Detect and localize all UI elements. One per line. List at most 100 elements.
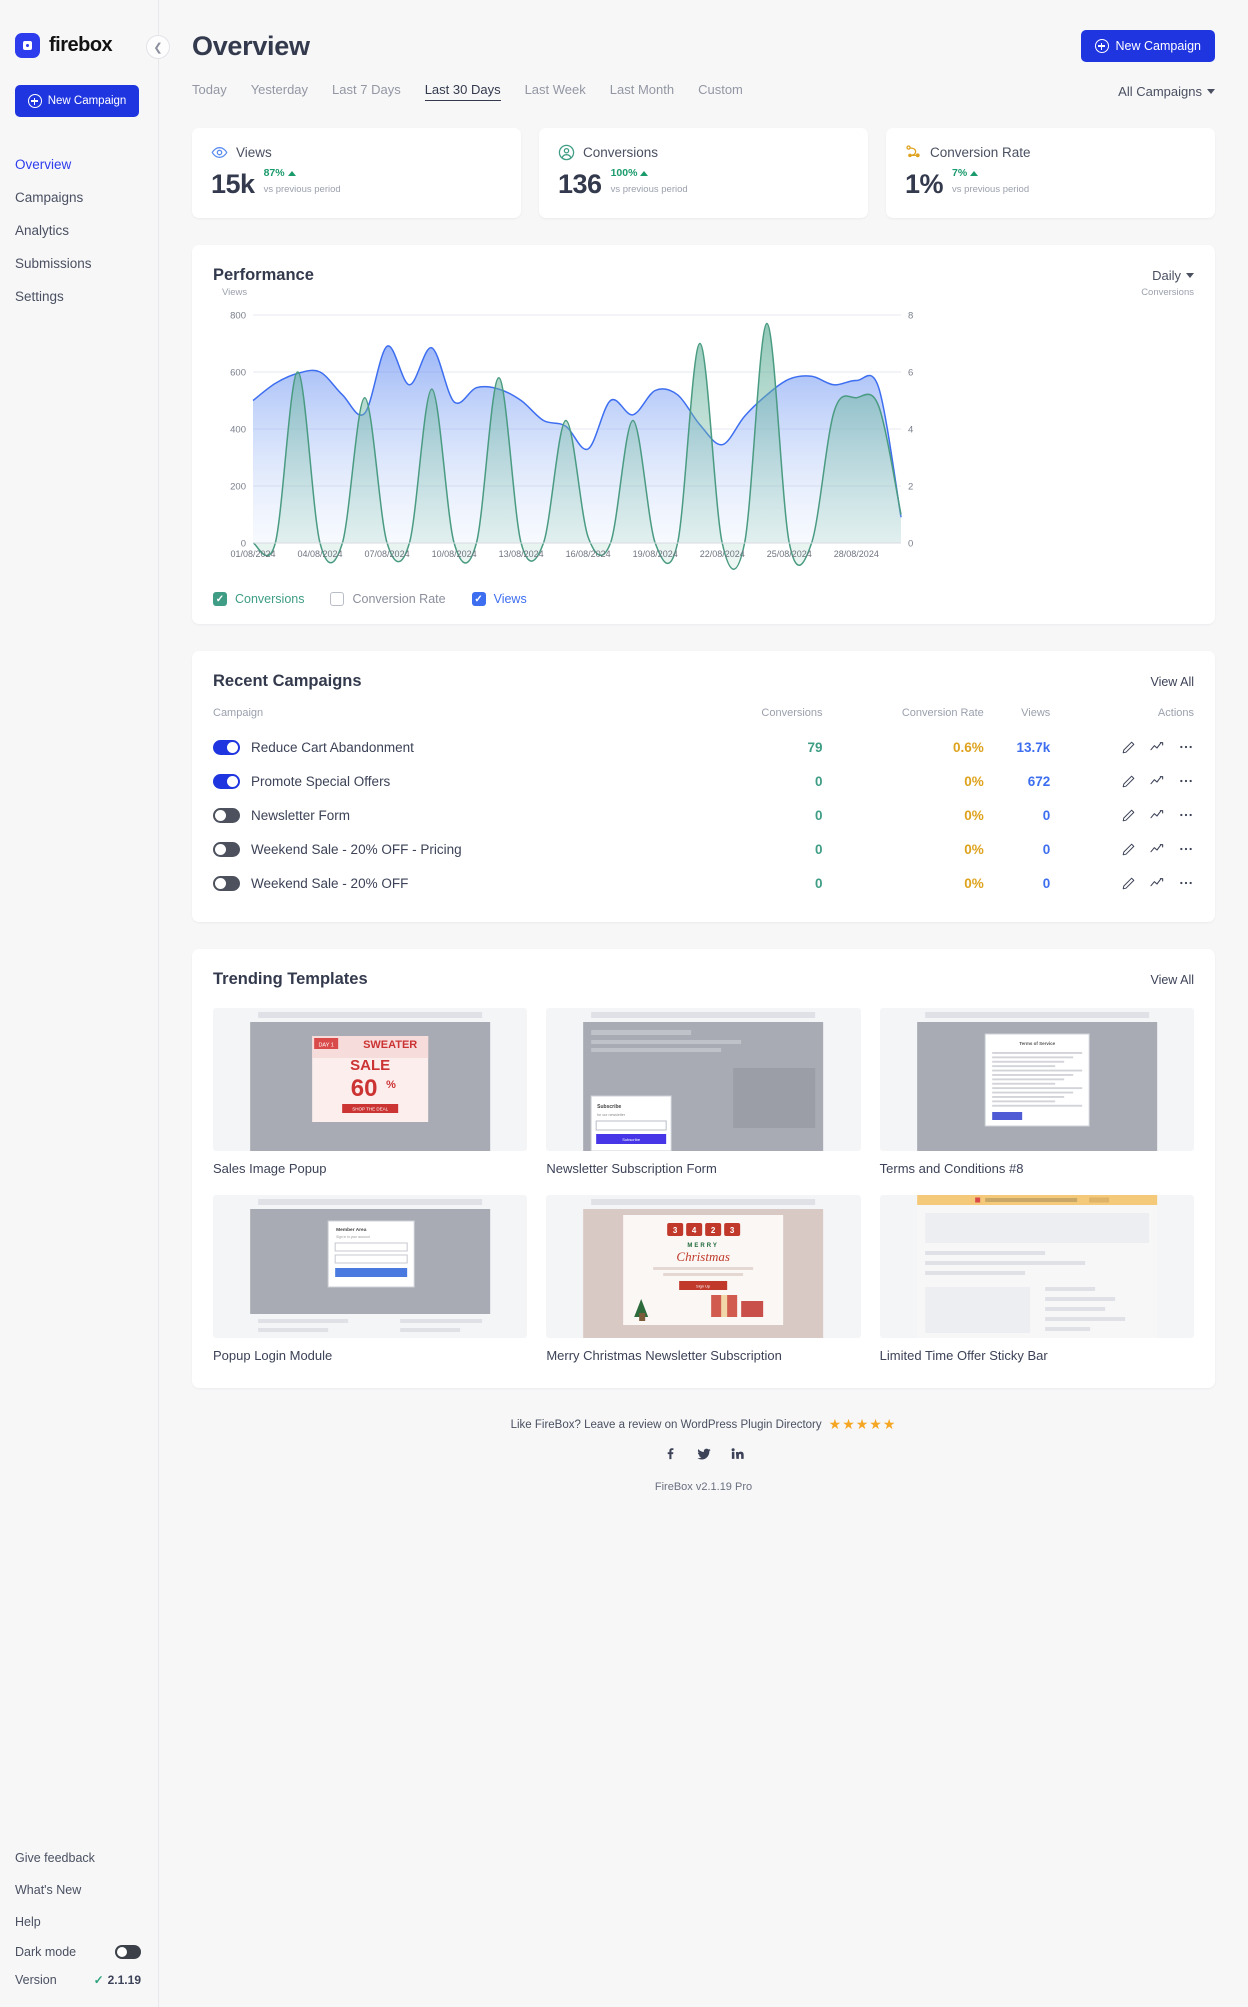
date-tab-custom[interactable]: Custom: [698, 82, 743, 101]
new-campaign-label: New Campaign: [47, 95, 127, 107]
campaign-name[interactable]: Newsletter Form: [251, 808, 350, 823]
ellipsis-icon[interactable]: [1178, 739, 1194, 755]
campaign-name[interactable]: Weekend Sale - 20% OFF: [251, 876, 408, 891]
svg-text:SALE: SALE: [350, 1057, 390, 1074]
svg-text:Subscribe: Subscribe: [623, 1137, 642, 1142]
sidebar-item-submissions[interactable]: Submissions: [0, 247, 158, 280]
sidebar-item-settings[interactable]: Settings: [0, 280, 158, 313]
pencil-icon[interactable]: [1121, 808, 1136, 823]
version-label: Version: [15, 1973, 57, 1987]
template-grid: DAY 1 SWEATER SALE 60% SHOP THE DEAL Sales Im…: [192, 989, 1215, 1388]
legend-item-views[interactable]: ✓ Views: [471, 592, 527, 606]
campaign-name[interactable]: Reduce Cart Abandonment: [251, 740, 414, 755]
stat-value: 15k: [211, 169, 255, 199]
chart-line-icon[interactable]: [1149, 739, 1165, 755]
campaign-status-toggle[interactable]: [213, 875, 240, 891]
template-card[interactable]: Terms of Service Terms and Conditions #8: [879, 1008, 1194, 1176]
legend-item-conversion-rate[interactable]: Conversion Rate: [330, 592, 446, 606]
stat-label: Conversion Rate: [930, 145, 1031, 160]
linkedin-icon[interactable]: [730, 1446, 745, 1467]
campaign-status-toggle[interactable]: [213, 739, 240, 755]
template-card[interactable]: Subscribe for our newsletter Subscribe News…: [546, 1008, 861, 1176]
ellipsis-icon[interactable]: [1178, 773, 1194, 789]
date-tab-yesterday[interactable]: Yesterday: [251, 82, 308, 101]
twitter-icon[interactable]: [696, 1446, 712, 1467]
date-tab-last-7-days[interactable]: Last 7 Days: [332, 82, 401, 101]
trending-templates-view-all[interactable]: View All: [1150, 973, 1194, 987]
campaign-conversions: 0: [815, 875, 823, 891]
campaign-filter-dropdown[interactable]: All Campaigns: [1118, 84, 1215, 99]
checkbox-unchecked-icon[interactable]: [330, 592, 345, 606]
trend-up-icon: [970, 170, 979, 176]
template-thumbnail[interactable]: Member Area Sign in to your account: [213, 1195, 528, 1338]
campaign-status-toggle[interactable]: [213, 807, 240, 823]
template-card[interactable]: Member Area Sign in to your account Popup …: [213, 1195, 528, 1363]
svg-text:%: %: [386, 1079, 396, 1091]
pencil-icon[interactable]: [1121, 774, 1136, 789]
template-thumbnail[interactable]: Subscribe for our newsletter Subscribe: [546, 1008, 861, 1151]
svg-text:60: 60: [351, 1075, 378, 1102]
pencil-icon[interactable]: [1121, 842, 1136, 857]
stat-body: 136 100% vs previous period: [558, 167, 849, 198]
ellipsis-icon[interactable]: [1178, 875, 1194, 891]
dark-mode-row: Dark mode: [0, 1938, 158, 1966]
template-thumbnail[interactable]: DAY 1 SWEATER SALE 60% SHOP THE DEAL: [213, 1008, 528, 1151]
pencil-icon[interactable]: [1121, 876, 1136, 891]
date-tab-last-month[interactable]: Last Month: [610, 82, 674, 101]
legend-item-conversions[interactable]: ✓ Conversions: [213, 592, 304, 606]
campaign-conversion-rate: 0%: [964, 875, 984, 891]
chart-line-icon[interactable]: [1149, 875, 1165, 891]
date-tab-last-week[interactable]: Last Week: [525, 82, 586, 101]
trend-up-icon: [640, 170, 649, 176]
chart-line-icon[interactable]: [1149, 773, 1165, 789]
pencil-icon[interactable]: [1121, 740, 1136, 755]
campaign-conversion-rate: 0%: [964, 807, 984, 823]
campaign-views: 672: [1027, 773, 1051, 789]
chevron-left-icon[interactable]: ❮: [146, 35, 170, 59]
new-campaign-button-header[interactable]: New Campaign: [1080, 30, 1215, 62]
app-root: firebox ❮ New Campaign Overview Campaign…: [0, 0, 1248, 2007]
chart-line-icon[interactable]: [1149, 841, 1165, 857]
give-feedback-link[interactable]: Give feedback: [0, 1842, 158, 1874]
campaign-status-toggle[interactable]: [213, 841, 240, 857]
dark-mode-toggle[interactable]: [115, 1945, 141, 1959]
performance-chart: Views Conversions 0 200 400 600 800 0 2 4 6 8 01/0…: [192, 285, 1215, 588]
campaign-conversion-rate: 0%: [964, 773, 984, 789]
ellipsis-icon[interactable]: [1178, 841, 1194, 857]
campaign-conversion-rate: 0.6%: [953, 739, 984, 755]
new-campaign-button-sidebar[interactable]: New Campaign: [15, 85, 139, 117]
template-label: Newsletter Subscription Form: [546, 1161, 717, 1176]
template-thumbnail[interactable]: 3 4 2 3 MERRY Christmas Sign Up: [546, 1195, 861, 1338]
template-card[interactable]: DAY 1 SWEATER SALE 60% SHOP THE DEAL Sales Im…: [213, 1008, 528, 1176]
template-card[interactable]: Limited Time Offer Sticky Bar: [879, 1195, 1194, 1363]
ellipsis-icon[interactable]: [1178, 807, 1194, 823]
star-rating-icon[interactable]: ★★★★★: [829, 1416, 897, 1433]
campaign-name[interactable]: Weekend Sale - 20% OFF - Pricing: [251, 842, 462, 857]
facebook-icon[interactable]: [663, 1446, 678, 1467]
date-tab-last-30-days[interactable]: Last 30 Days: [424, 82, 501, 101]
sidebar-item-analytics[interactable]: Analytics: [0, 214, 158, 247]
checkbox-checked-icon[interactable]: ✓: [213, 592, 227, 606]
template-thumbnail[interactable]: Terms of Service: [879, 1008, 1194, 1151]
help-link[interactable]: Help: [0, 1906, 158, 1938]
chart-line-icon[interactable]: [1149, 807, 1165, 823]
table-row: Reduce Cart Abandonment 79 0.6% 13.7k: [213, 730, 1194, 764]
granularity-dropdown[interactable]: Daily: [1152, 268, 1194, 283]
page-footer: Like FireBox? Leave a review on WordPres…: [159, 1388, 1248, 1511]
campaign-status-toggle[interactable]: [213, 773, 240, 789]
template-label: Merry Christmas Newsletter Subscription: [546, 1348, 782, 1363]
col-conversions: Conversions: [761, 707, 823, 719]
trend-up-icon: [287, 170, 296, 176]
sidebar-item-overview[interactable]: Overview: [0, 148, 158, 181]
sidebar-item-campaigns[interactable]: Campaigns: [0, 181, 158, 214]
stat-delta-value: 7%: [952, 167, 968, 179]
campaign-name[interactable]: Promote Special Offers: [251, 774, 390, 789]
svg-text:DAY 1: DAY 1: [318, 1043, 333, 1049]
campaign-conversions: 0: [815, 773, 823, 789]
checkbox-checked-icon[interactable]: ✓: [471, 592, 486, 606]
recent-campaigns-view-all[interactable]: View All: [1150, 675, 1194, 689]
whats-new-link[interactable]: What's New: [0, 1874, 158, 1906]
template-card[interactable]: 3 4 2 3 MERRY Christmas Sign Up Merry Christmas…: [546, 1195, 861, 1363]
date-tab-today[interactable]: Today: [192, 82, 227, 101]
template-thumbnail[interactable]: [879, 1195, 1194, 1338]
